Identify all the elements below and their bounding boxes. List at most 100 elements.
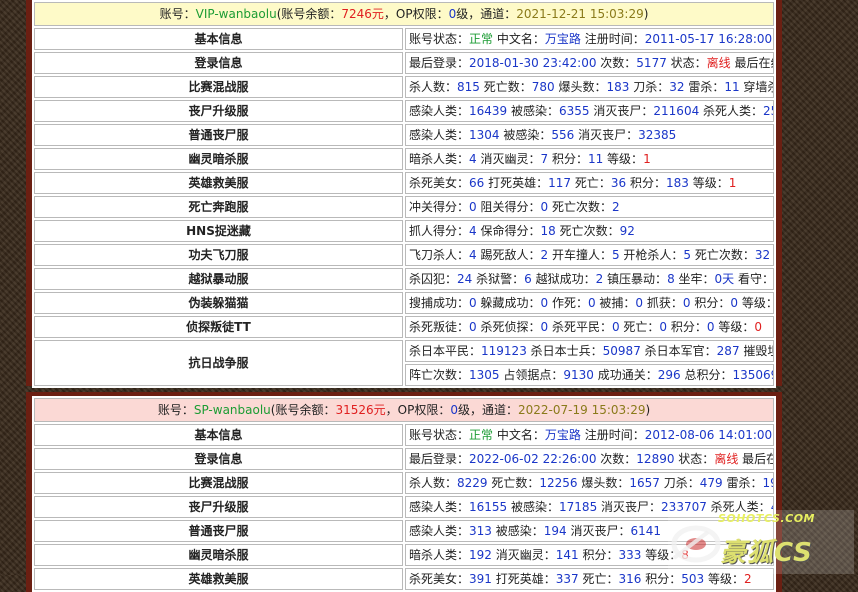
sp-stats-body: 基本信息 账号状态：正常 中文名：万宝路 注册时间：2012-08-06 14:0… — [34, 424, 774, 590]
stat-values: 抓人得分：4 保命得分：18 死亡次数：92 — [405, 220, 774, 242]
stat-value: 192 — [762, 475, 773, 490]
header-balance-label: (账号余额： — [276, 6, 342, 21]
stat-row: 抗日战争服 杀日本平民：119123 杀日本士兵：50987 杀日本军官：287 … — [34, 340, 774, 386]
stat-value: 36 — [610, 175, 627, 190]
stat-values: 账号状态：正常 中文名：万宝路 注册时间：2011-05-17 16:28:00… — [405, 28, 774, 50]
stat-label: 杀死美女： — [409, 175, 470, 190]
stat-label: 被捕： — [595, 295, 636, 310]
vip-stats-table: 账号：VIP-wanbaolu(账号余额：7246元，OP权限：0级，通道：20… — [32, 0, 776, 388]
stat-value: 17185 — [559, 499, 598, 514]
stat-label: 看守： — [734, 271, 774, 286]
stat-value: 1 — [728, 175, 737, 190]
stat-value: 0 — [540, 295, 549, 310]
stat-values: 杀日本平民：119123 杀日本士兵：50987 杀日本军官：287 摧毁坦克：… — [405, 340, 774, 362]
stat-category-label: 登录信息 — [34, 52, 403, 74]
stat-label: 死亡次数： — [691, 247, 755, 262]
stat-row: 登录信息 最后登录：2022-06-02 22:26:00 次数：12890 状态… — [34, 448, 774, 470]
stat-value: 2 — [611, 199, 620, 214]
stat-value: 12890 — [636, 451, 675, 466]
stat-row: 侦探叛徒TT 杀死叛徒：0 杀死侦探：0 杀死平民：0 死亡：0 积分：0 等级：… — [34, 316, 774, 338]
stat-value: 32 — [754, 247, 771, 262]
stat-label: 坐牢： — [674, 271, 715, 286]
stat-label: 感染人类： — [409, 127, 470, 142]
stat-value: 183 — [606, 79, 630, 94]
stat-label: 躲藏成功： — [476, 295, 541, 310]
stat-value: 119123 — [481, 343, 527, 358]
stat-label: 积分： — [548, 151, 588, 166]
stat-row: 丧尸升级服 感染人类：16439 被感染：6355 消灭丧尸：211604 杀死人… — [34, 100, 774, 122]
stat-value: 8229 — [457, 475, 488, 490]
stat-category-label: 丧尸升级服 — [34, 496, 403, 518]
stat-label: 被感染： — [491, 523, 544, 538]
stat-value: 2011-05-17 16:28:00 — [644, 31, 773, 46]
stat-label: 雷杀： — [722, 475, 763, 490]
header-channel-date: 2021-12-21 15:03:29 — [516, 6, 644, 21]
stat-label: 积分： — [578, 547, 619, 562]
stat-values: 搜捕成功：0 躲藏成功：0 作死：0 被捕：0 抓获：0 积分：0 等级：0 — [405, 292, 774, 314]
stat-category-label: 幽灵暗杀服 — [34, 544, 403, 566]
stat-value: 正常 — [469, 427, 494, 442]
stat-value: 5177 — [636, 55, 667, 70]
header-close-paren: ) — [643, 6, 649, 21]
stat-value: 4 — [469, 151, 477, 166]
stat-label: 开枪杀人： — [619, 247, 684, 262]
stat-row: 功夫飞刀服 飞刀杀人：4 踢死敌人：2 开车撞人：5 开枪杀人：5 死亡次数：32… — [34, 244, 774, 266]
stat-value: 7 — [540, 151, 549, 166]
stat-label: 账号状态： — [409, 427, 470, 442]
stat-label: 死亡数： — [479, 79, 532, 94]
stat-value: 0天 — [714, 271, 735, 286]
stat-label: 打死英雄： — [484, 175, 549, 190]
header-close-paren: ) — [645, 402, 651, 417]
site-watermark: SOHOTCS.COM 豪狐CS — [668, 510, 854, 574]
stat-row: 英雄救美服 杀死美女：391 打死英雄：337 死亡：316 积分：503 等级：… — [34, 568, 774, 590]
stat-label: 注册时间： — [580, 31, 645, 46]
stat-value: 11 — [724, 79, 740, 94]
stat-values: 感染人类：1304 被感染：556 消灭丧尸：32385 — [405, 124, 774, 146]
stat-category-label: 死亡奔跑服 — [34, 196, 403, 218]
stat-label: 死亡数： — [487, 475, 540, 490]
stat-label: 被感染： — [507, 103, 560, 118]
stat-label: 杀死美女： — [409, 571, 470, 586]
stat-label: 被感染： — [507, 499, 560, 514]
header-op-label: ，OP权限： — [383, 6, 449, 21]
stat-value: 0 — [635, 295, 644, 310]
stat-label: 死亡： — [619, 319, 660, 334]
stat-value: 1305 — [469, 367, 500, 382]
stat-label: 被感染： — [499, 127, 552, 142]
stat-label: 次数： — [596, 451, 637, 466]
stat-label: 暗杀人类： — [409, 547, 470, 562]
header-op-label: ，OP权限： — [385, 402, 451, 417]
watermark-url: SOHOTCS.COM — [718, 512, 815, 525]
header-account-label: 账号： — [159, 6, 196, 21]
stat-label: 杀囚犯： — [409, 271, 458, 286]
stat-value: 1304 — [469, 127, 500, 142]
sp-account-header: 账号：SP-wanbaolu(账号余额：31526元，OP权限：0级，通道：20… — [34, 398, 774, 422]
stat-label: 死亡次数： — [548, 199, 612, 214]
stat-row: 比赛混战服 杀人数：815 死亡数：780 爆头数：183 刀杀：32 雷杀：11… — [34, 76, 774, 98]
stat-value: 12256 — [539, 475, 578, 490]
stat-label: 最后在线： — [742, 451, 773, 466]
stat-label: 死亡次数： — [555, 223, 620, 238]
stat-category-label: 普通丧尸服 — [34, 520, 403, 542]
stat-value: 0 — [540, 319, 549, 334]
stat-label: 状态： — [666, 55, 707, 70]
stat-label: 越狱成功： — [531, 271, 596, 286]
stat-value: 0 — [682, 295, 691, 310]
stat-values: 最后登录：2018-01-30 23:42:00 次数：5177 状态：离线 最… — [405, 52, 774, 74]
stat-value: 92 — [619, 223, 635, 238]
stat-label: 杀人数： — [409, 475, 458, 490]
stat-value: 337 — [555, 571, 579, 586]
stat-values: 杀囚犯：24 杀狱警：6 越狱成功：2 镇压暴动：8 坐牢：0天 看守：0天 死… — [405, 268, 774, 290]
stat-label: 状态： — [674, 451, 715, 466]
stat-label: 杀狱警： — [472, 271, 525, 286]
stat-value: 离线 — [706, 55, 731, 70]
stat-label: 刀杀： — [629, 79, 670, 94]
stat-value: 24 — [457, 271, 473, 286]
stat-value: 333 — [618, 547, 642, 562]
stat-value: 16439 — [469, 103, 508, 118]
stat-value: 66 — [469, 175, 485, 190]
stat-label: 摧毁坦克： — [743, 343, 773, 358]
stat-value: 4 — [469, 223, 477, 238]
stat-label: 打死英雄： — [491, 571, 556, 586]
stat-value: 2018-01-30 23:42:00 — [469, 55, 597, 70]
